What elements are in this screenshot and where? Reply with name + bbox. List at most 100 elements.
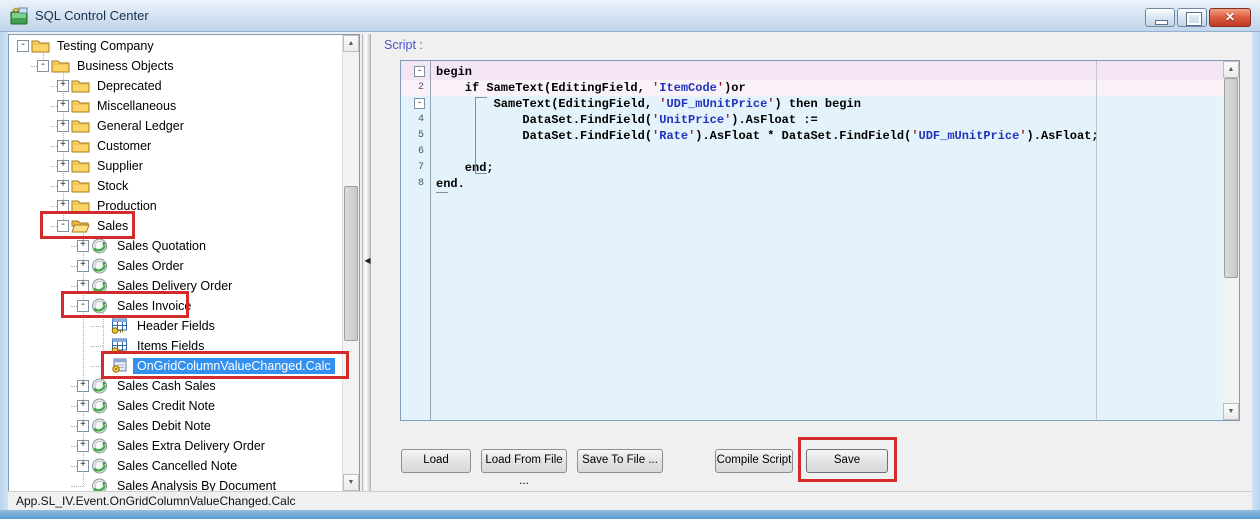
collapse-chevron-icon[interactable]: ◀ [363, 256, 372, 265]
expand-toggle-icon[interactable]: + [77, 420, 89, 432]
tree-item-business-objects[interactable]: - Business Objects [9, 56, 342, 76]
code-line[interactable]: 7 end; [401, 160, 1223, 176]
expand-toggle-icon[interactable]: + [77, 280, 89, 292]
editor-scrollbar[interactable]: ▲ ▼ [1223, 61, 1239, 420]
tree-item-header-fields[interactable]: Header Fields [9, 316, 342, 336]
expand-toggle-icon[interactable]: + [57, 100, 69, 112]
scroll-up-icon[interactable]: ▲ [1223, 61, 1239, 78]
collapse-toggle-icon[interactable]: - [17, 40, 29, 52]
code-line[interactable]: 2 if SameText(EditingField, 'ItemCode')o… [401, 80, 1223, 96]
expand-toggle-icon[interactable]: + [57, 200, 69, 212]
save-button[interactable]: Save [806, 449, 888, 473]
tree-item-label[interactable]: Sales Extra Delivery Order [113, 438, 269, 454]
tree-item-miscellaneous[interactable]: + Miscellaneous [9, 96, 342, 116]
scroll-up-icon[interactable]: ▲ [343, 35, 359, 52]
tree-item-customer[interactable]: + Customer [9, 136, 342, 156]
tree-scroll-thumb[interactable] [344, 186, 358, 341]
string-token: UDF_mUnitPrice [919, 129, 1020, 143]
tree-item-label[interactable]: Sales Cash Sales [113, 378, 220, 394]
collapse-toggle-icon[interactable]: - [77, 300, 89, 312]
expand-toggle-icon[interactable]: + [77, 400, 89, 412]
collapse-toggle-icon[interactable]: - [37, 60, 49, 72]
expand-toggle-icon[interactable]: + [77, 460, 89, 472]
tree-item-label[interactable]: Deprecated [93, 78, 166, 94]
expand-toggle-icon[interactable]: + [57, 180, 69, 192]
close-button[interactable]: ✕ [1209, 8, 1251, 27]
minimize-button[interactable] [1145, 8, 1175, 27]
code-token: DataSet.FindField( [436, 129, 652, 143]
expand-toggle-icon[interactable]: + [77, 240, 89, 252]
tree-item-ongridcolumnvaluechanged-calc[interactable]: OnGridColumnValueChanged.Calc [9, 356, 342, 376]
fold-collapse-icon[interactable]: - [414, 66, 425, 77]
tree-item-sales-debit-note[interactable]: + Sales Debit Note [9, 416, 342, 436]
code-line[interactable]: -begin [401, 64, 1223, 80]
scroll-down-icon[interactable]: ▼ [1223, 403, 1239, 420]
title-bar[interactable]: SQL Control Center ✕ [0, 0, 1260, 32]
tree-item-sales-credit-note[interactable]: + Sales Credit Note [9, 396, 342, 416]
tree-item-label[interactable]: Sales Delivery Order [113, 278, 236, 294]
tree-item-label[interactable]: Production [93, 198, 161, 214]
module-icon [91, 458, 110, 474]
tree-item-label[interactable]: Sales Analysis By Document [113, 478, 280, 491]
tree-item-label[interactable]: Stock [93, 178, 132, 194]
compile-script-button[interactable]: Compile Script [715, 449, 793, 473]
save-to-file-button[interactable]: Save To File ... [577, 449, 663, 473]
tree-item-supplier[interactable]: + Supplier [9, 156, 342, 176]
tree-item-sales-extra-delivery-order[interactable]: + Sales Extra Delivery Order [9, 436, 342, 456]
tree-item-label[interactable]: Sales Cancelled Note [113, 458, 241, 474]
tree-item-stock[interactable]: + Stock [9, 176, 342, 196]
tree-item-label[interactable]: Testing Company [53, 38, 158, 54]
tree-item-sales-quotation[interactable]: + Sales Quotation [9, 236, 342, 256]
code-line[interactable]: 8end. [401, 176, 1223, 192]
tree-item-label[interactable]: Sales Invoice [113, 298, 195, 314]
expand-toggle-icon[interactable]: + [77, 440, 89, 452]
tree-item-label[interactable]: Header Fields [133, 318, 219, 334]
tree-item-general-ledger[interactable]: + General Ledger [9, 116, 342, 136]
expand-toggle-icon[interactable]: + [57, 80, 69, 92]
tree-item-deprecated[interactable]: + Deprecated [9, 76, 342, 96]
tree-item-label[interactable]: Sales Credit Note [113, 398, 219, 414]
tree-item-items-fields[interactable]: Items Fields [9, 336, 342, 356]
code-line[interactable]: 4 DataSet.FindField('UnitPrice').AsFloat… [401, 112, 1223, 128]
maximize-button[interactable] [1177, 8, 1207, 27]
script-editor[interactable]: -begin2 if SameText(EditingField, 'ItemC… [400, 60, 1240, 421]
load-from-file-button[interactable]: Load From File ... [481, 449, 567, 473]
tree-item-label[interactable]: Supplier [93, 158, 147, 174]
scroll-down-icon[interactable]: ▼ [343, 474, 359, 491]
tree-item-label[interactable]: General Ledger [93, 118, 188, 134]
gutter-cell: 4 [401, 112, 430, 128]
fold-collapse-icon[interactable]: - [414, 98, 425, 109]
tree-item-label[interactable]: Business Objects [73, 58, 178, 74]
tree-item-label[interactable]: Sales Order [113, 258, 188, 274]
tree-item-sales-cash-sales[interactable]: + Sales Cash Sales [9, 376, 342, 396]
expand-toggle-icon[interactable]: + [57, 160, 69, 172]
tree-scrollbar[interactable]: ▲ ▼ [342, 35, 359, 491]
tree-item-sales-delivery-order[interactable]: + Sales Delivery Order [9, 276, 342, 296]
tree-item-label[interactable]: Sales [93, 218, 132, 234]
tree-item-sales-order[interactable]: + Sales Order [9, 256, 342, 276]
folder-icon [71, 138, 90, 154]
tree-item-label[interactable]: OnGridColumnValueChanged.Calc [133, 358, 335, 374]
tree-item-sales-invoice[interactable]: - Sales Invoice [9, 296, 342, 316]
tree-item-sales-cancelled-note[interactable]: + Sales Cancelled Note [9, 456, 342, 476]
tree-item-label[interactable]: Customer [93, 138, 155, 154]
tree-item-sales[interactable]: - Sales [9, 216, 342, 236]
tree-item-label[interactable]: Miscellaneous [93, 98, 180, 114]
tree-item-label[interactable]: Sales Debit Note [113, 418, 215, 434]
code-line[interactable]: - SameText(EditingField, 'UDF_mUnitPrice… [401, 96, 1223, 112]
tree-item-production[interactable]: + Production [9, 196, 342, 216]
expand-toggle-icon[interactable]: + [77, 380, 89, 392]
collapse-toggle-icon[interactable]: - [57, 220, 69, 232]
tree-item-label[interactable]: Sales Quotation [113, 238, 210, 254]
expand-toggle-icon[interactable]: + [77, 260, 89, 272]
panel-splitter[interactable]: ◀ [362, 34, 371, 492]
code-line[interactable]: 5 DataSet.FindField('Rate').AsFloat * Da… [401, 128, 1223, 144]
code-line[interactable]: 6 [401, 144, 1223, 160]
tree-item-testing-company[interactable]: - Testing Company [9, 36, 342, 56]
load-button[interactable]: Load [401, 449, 471, 473]
expand-toggle-icon[interactable]: + [57, 140, 69, 152]
expand-toggle-icon[interactable]: + [57, 120, 69, 132]
editor-scroll-thumb[interactable] [1224, 78, 1238, 278]
tree-item-label[interactable]: Items Fields [133, 338, 208, 354]
tree-item-sales-analysis-by-document[interactable]: Sales Analysis By Document [9, 476, 342, 491]
